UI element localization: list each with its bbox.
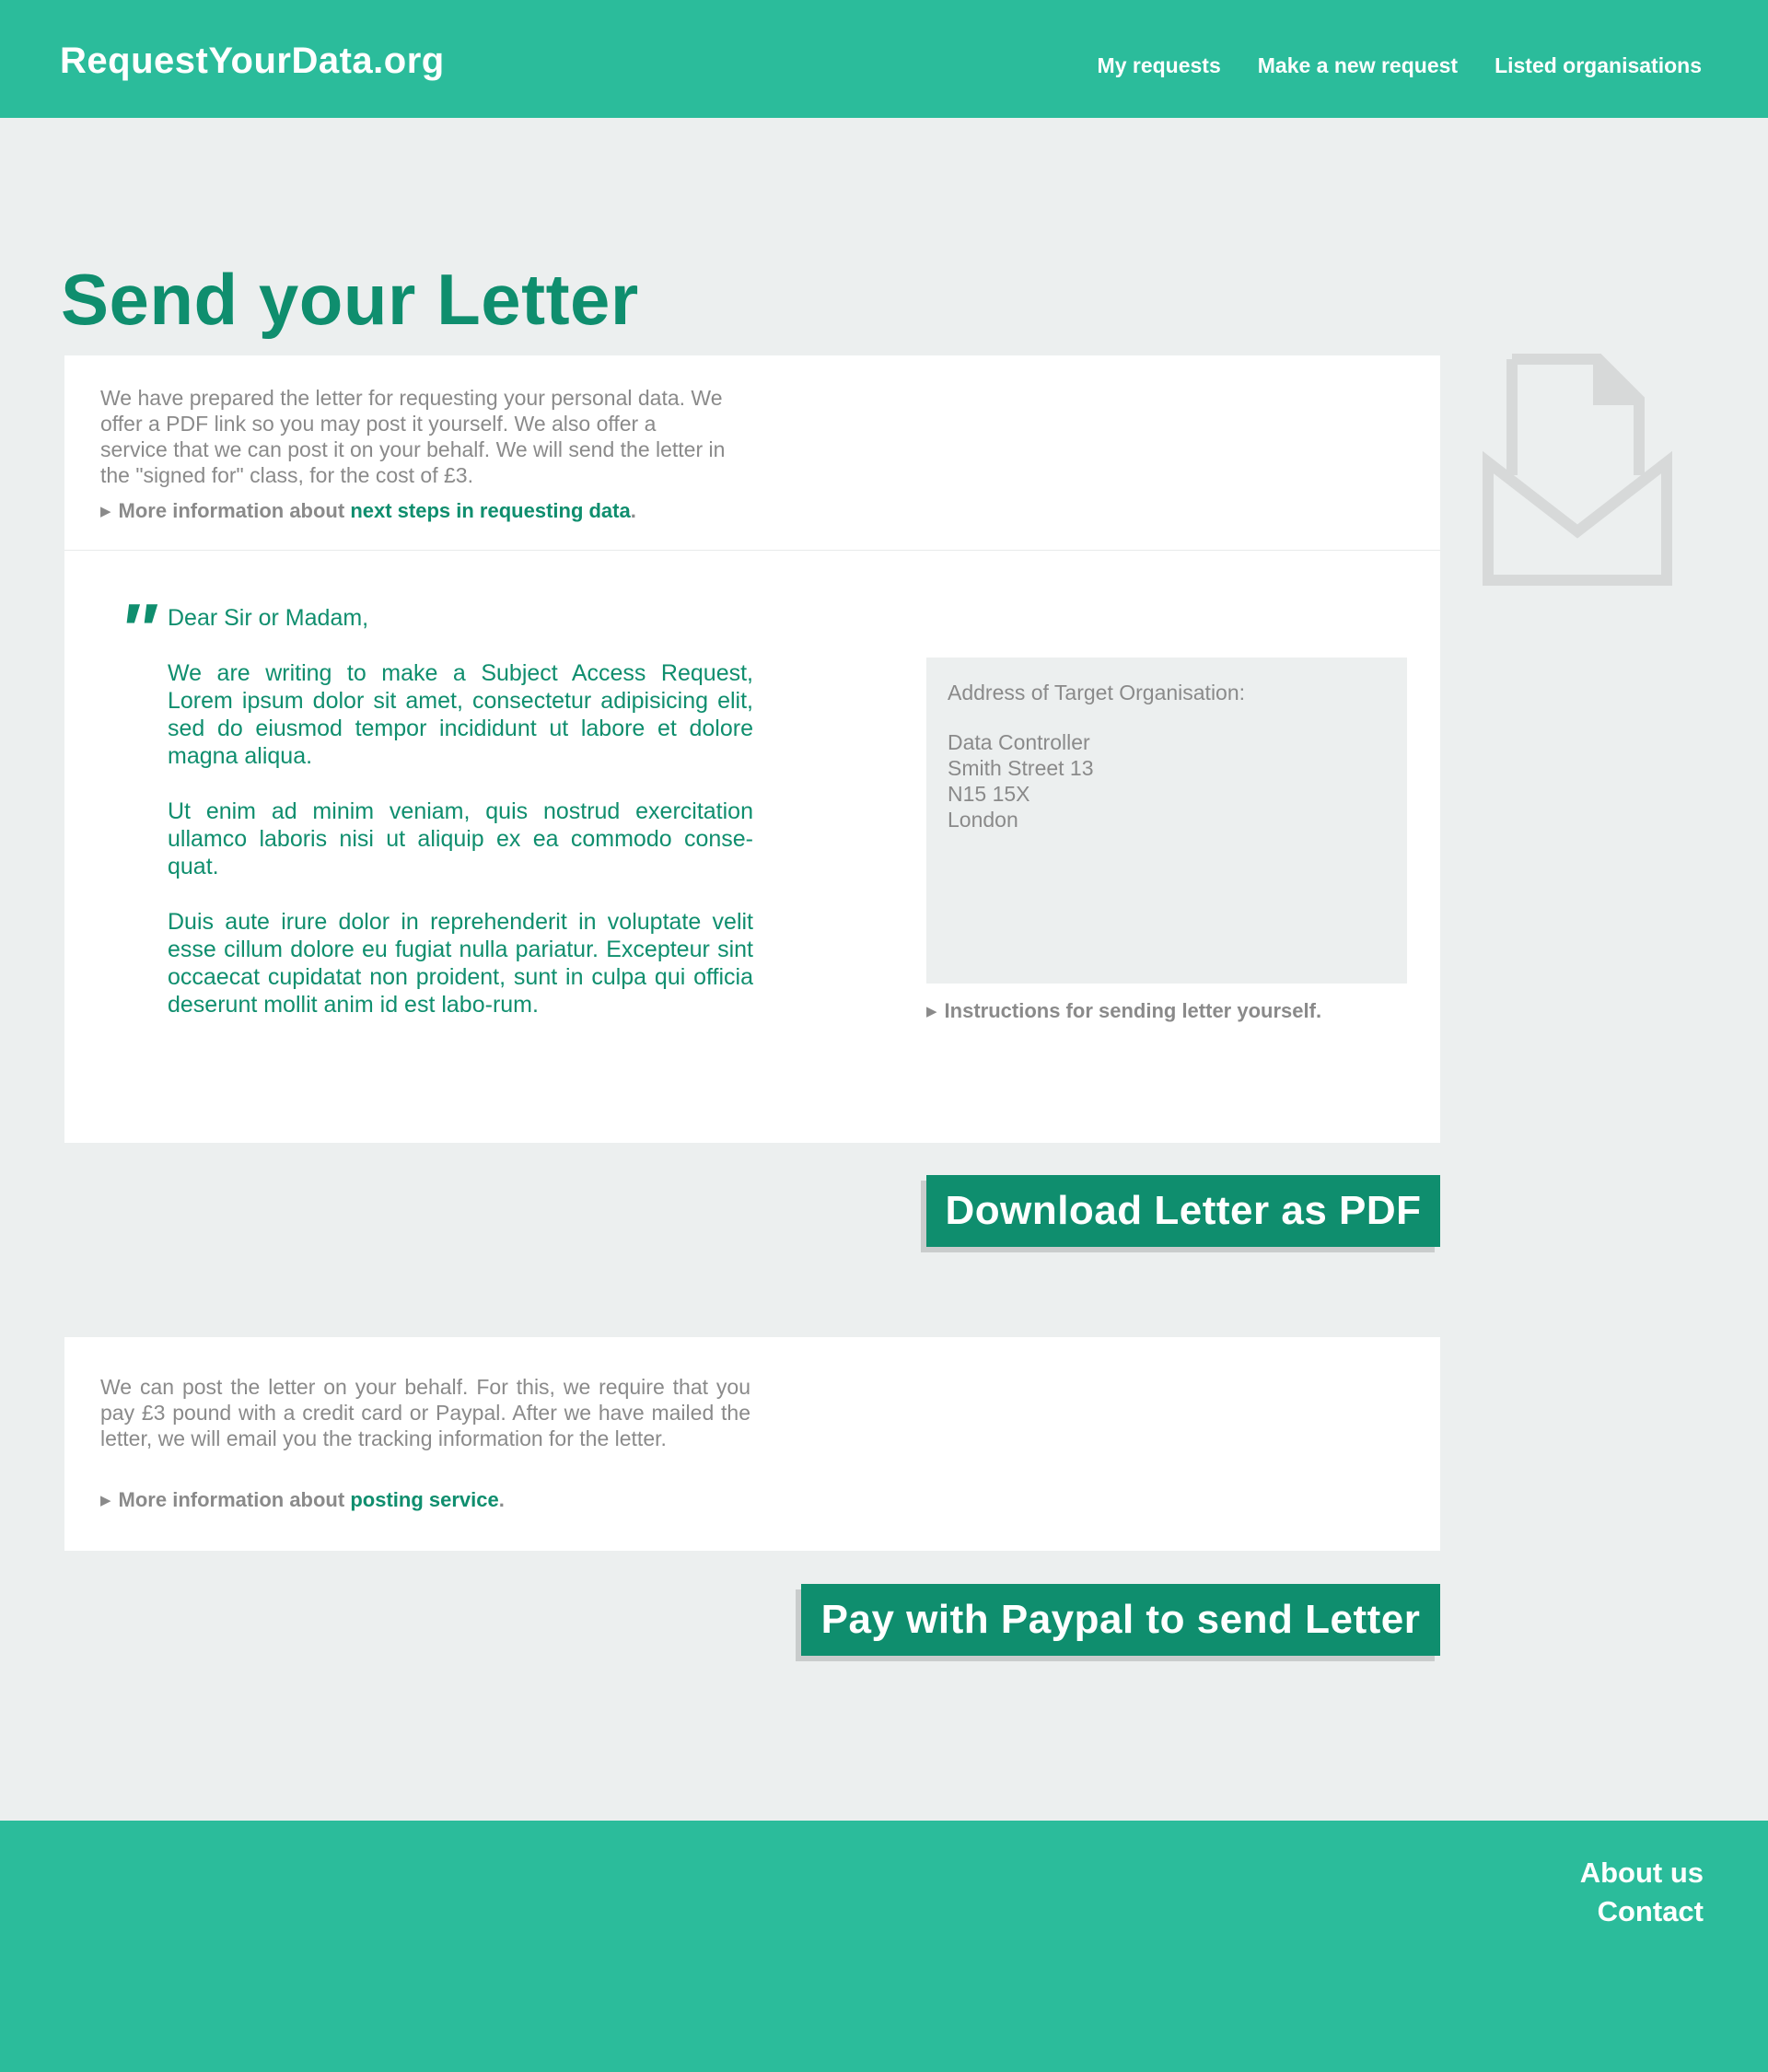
page-title: Send your Letter [61, 259, 639, 340]
posting-service-link[interactable]: posting service [350, 1488, 498, 1511]
address-line: N15 15X [948, 782, 1030, 806]
triangle-right-icon: ▶ [926, 1004, 937, 1019]
footer-contact[interactable]: Contact [1580, 1892, 1704, 1931]
letter-card: We have prepared the letter for requesti… [64, 355, 1440, 1143]
divider [64, 550, 1440, 551]
instructions-toggle[interactable]: ▶ Instructions for sending letter yoursel… [926, 999, 1321, 1023]
more-info-suffix: . [498, 1488, 505, 1511]
posting-text: We can post the letter on your behalf. F… [100, 1375, 750, 1450]
target-address-box: Address of Target Organisation: Data Con… [926, 658, 1407, 984]
more-info-prefix: More information about [118, 499, 345, 522]
site-header: RequestYourData.org My requests Make a n… [0, 0, 1768, 118]
more-info-prefix: More information about [118, 1488, 345, 1511]
letter-greeting: Dear Sir or Madam, [168, 605, 369, 631]
letter-paragraph: Duis aute irure dolor in reprehenderit i… [168, 909, 753, 1018]
nav-my-requests[interactable]: My requests [1098, 53, 1221, 78]
posting-card: We can post the letter on your behalf. F… [64, 1337, 1440, 1551]
nav-listed-organisations[interactable]: Listed organisations [1495, 53, 1702, 78]
address-line: Data Controller [948, 730, 1090, 754]
quote-icon: ″ [120, 588, 156, 670]
paypal-send-button[interactable]: Pay with Paypal to send Letter [801, 1584, 1440, 1656]
more-info-posting: ▶ More information about posting service. [100, 1488, 505, 1512]
download-pdf-button[interactable]: Download Letter as PDF [926, 1175, 1440, 1247]
next-steps-link[interactable]: next steps in requesting data [350, 499, 630, 522]
envelope-letter-icon [1483, 354, 1672, 586]
site-logo[interactable]: RequestYourData.org [60, 41, 445, 82]
address-line: Smith Street 13 [948, 756, 1094, 780]
nav-make-new-request[interactable]: Make a new request [1258, 53, 1458, 78]
letter-paragraph: We are writing to make a Subject Access … [168, 660, 753, 769]
main-nav: My requests Make a new request Listed or… [1098, 53, 1702, 78]
more-info-next-steps: ▶ More information about next steps in re… [100, 499, 636, 523]
footer-about-us[interactable]: About us [1580, 1854, 1704, 1892]
letter-paragraph: Ut enim ad minim veniam, quis nostrud ex… [168, 798, 753, 879]
triangle-right-icon: ▶ [100, 1493, 111, 1508]
instructions-label: Instructions for sending letter yourself… [944, 999, 1322, 1022]
address-label: Address of Target Organisation: [948, 681, 1246, 704]
letter-body: Dear Sir or Madam, We are writing to mak… [168, 604, 753, 1046]
site-footer: About us Contact [0, 1821, 1768, 2072]
triangle-right-icon: ▶ [100, 504, 111, 519]
more-info-suffix: . [630, 499, 636, 522]
address-line: London [948, 808, 1018, 832]
footer-links: About us Contact [1580, 1854, 1704, 1931]
intro-text: We have prepared the letter for requesti… [100, 386, 726, 487]
